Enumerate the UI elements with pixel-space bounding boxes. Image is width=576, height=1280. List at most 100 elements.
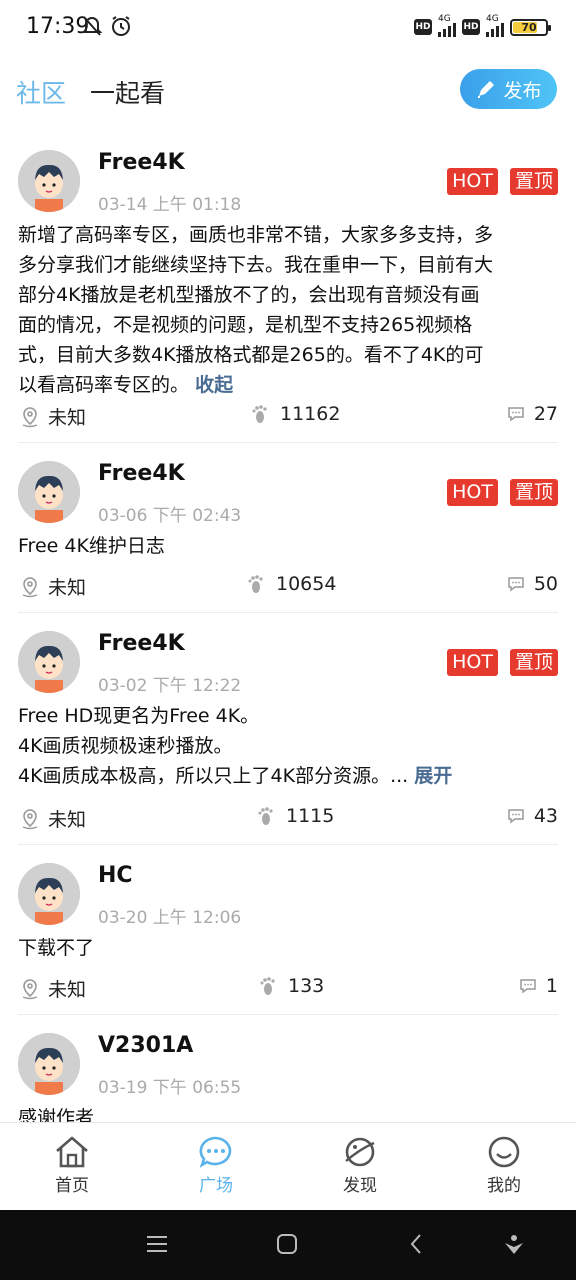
- comments-count: 27: [533, 403, 558, 425]
- comments-stat[interactable]: 43: [506, 805, 558, 827]
- views-stat: 11162: [250, 403, 340, 425]
- avatar-boy-icon: [18, 863, 80, 925]
- comments-count: 1: [545, 975, 558, 997]
- content-line: Free HD现更名为Free 4K。: [18, 705, 260, 727]
- pinned-tag: 置顶: [509, 479, 558, 506]
- chat-bubble-icon: [199, 1136, 232, 1168]
- post-item[interactable]: Free4K 03-14 上午 01:18 HOT 置顶 新增了高码率专区，画质…: [18, 132, 558, 443]
- content-line: 4K画质视频极速秒播放。: [18, 735, 233, 757]
- footprint-icon: [258, 807, 273, 825]
- comments-count: 50: [533, 573, 558, 595]
- post-username[interactable]: Free4K: [98, 631, 185, 656]
- content-line: 下载不了: [18, 937, 95, 959]
- location-pin-icon: [22, 808, 38, 829]
- location-pin-icon: [22, 978, 38, 999]
- location-text: 未知: [48, 407, 87, 429]
- footprint-icon: [252, 405, 267, 423]
- post-time: 03-06 下午 02:43: [98, 506, 242, 526]
- content-line: 式，目前大多数4K播放格式都是265的。看不了4K的可: [18, 344, 484, 366]
- menu-icon[interactable]: [145, 1232, 169, 1256]
- expand-link[interactable]: 展开: [414, 765, 452, 787]
- nav-discover[interactable]: 发现: [320, 1135, 400, 1196]
- nav-home[interactable]: 首页: [32, 1135, 112, 1196]
- comment-icon: [508, 407, 524, 422]
- post-tags: HOT 置顶: [447, 479, 558, 506]
- publish-button[interactable]: 发布: [460, 69, 557, 109]
- nav-me[interactable]: 我的: [464, 1135, 544, 1196]
- comment-icon: [508, 577, 524, 592]
- post-item[interactable]: Free4K 03-06 下午 02:43 HOT 置顶 Free 4K维护日志…: [18, 443, 558, 613]
- post-content[interactable]: 感谢作者: [18, 1103, 94, 1122]
- content-line: 感谢作者: [18, 1107, 95, 1122]
- avatar[interactable]: [18, 631, 80, 693]
- status-notification-icons: [82, 15, 132, 37]
- views-stat: 1115: [256, 805, 334, 827]
- nav-square-label: 广场: [199, 1176, 233, 1196]
- avatar[interactable]: [18, 461, 80, 523]
- avatar-boy-icon: [18, 150, 80, 212]
- hot-tag: HOT: [447, 479, 498, 506]
- post-item[interactable]: HC 03-20 上午 12:06 下载不了 未知 133 1: [18, 845, 558, 1015]
- status-bar: 17:39 HD 4G HD 4G 70: [0, 0, 576, 56]
- post-item[interactable]: V2301A 03-19 下午 06:55 感谢作者: [18, 1015, 558, 1122]
- views-count: 1115: [286, 805, 335, 827]
- post-feed[interactable]: Free4K 03-14 上午 01:18 HOT 置顶 新增了高码率专区，画质…: [0, 132, 576, 1122]
- views-count: 133: [288, 975, 325, 997]
- avatar[interactable]: [18, 863, 80, 925]
- location-text: 未知: [48, 979, 87, 1001]
- post-username[interactable]: Free4K: [98, 461, 185, 486]
- alarm-icon: [112, 16, 130, 36]
- hot-tag: HOT: [447, 168, 498, 195]
- location-stat: 未知: [20, 975, 86, 1002]
- home-icon: [56, 1136, 88, 1168]
- tab-community[interactable]: 社区: [16, 74, 66, 110]
- system-nav-bar: [0, 1210, 576, 1280]
- back-icon[interactable]: [405, 1232, 429, 1256]
- post-time: 03-20 上午 12:06: [98, 908, 242, 928]
- comments-stat[interactable]: 50: [506, 573, 558, 595]
- views-stat: 133: [258, 975, 324, 997]
- network-label: 4G: [438, 14, 451, 24]
- collapse-link[interactable]: 收起: [195, 374, 233, 396]
- views-count: 10654: [276, 573, 337, 595]
- planet-icon: [345, 1137, 375, 1167]
- comments-stat[interactable]: 27: [506, 403, 558, 425]
- location-text: 未知: [48, 577, 87, 599]
- post-content[interactable]: Free HD现更名为Free 4K。 4K画质视频极速秒播放。 4K画质成本极…: [18, 701, 452, 791]
- location-stat: 未知: [20, 805, 86, 832]
- assistant-icon[interactable]: [502, 1232, 526, 1256]
- mute-bell-icon: [82, 16, 102, 36]
- avatar[interactable]: [18, 1033, 80, 1095]
- tab-watch-together[interactable]: 一起看: [90, 74, 165, 110]
- comments-stat[interactable]: 1: [518, 975, 558, 997]
- pinned-tag: 置顶: [509, 168, 558, 195]
- location-stat: 未知: [20, 573, 86, 600]
- nav-square[interactable]: 广场: [176, 1135, 256, 1196]
- pinned-tag: 置顶: [509, 649, 558, 676]
- post-username[interactable]: Free4K: [98, 150, 185, 175]
- views-count: 11162: [280, 403, 341, 425]
- content-line: 多分享我们才能继续坚持下去。我在重申一下，目前有大: [18, 254, 494, 276]
- nav-me-label: 我的: [487, 1176, 521, 1196]
- pencil-icon: [478, 81, 495, 98]
- home-square-icon[interactable]: [275, 1232, 299, 1256]
- bottom-nav: 首页 广场 发现 我的: [0, 1122, 576, 1210]
- top-header: 社区 一起看 发布: [0, 60, 576, 120]
- post-item[interactable]: Free4K 03-02 下午 12:22 HOT 置顶 Free HD现更名为…: [18, 613, 558, 845]
- post-tags: HOT 置顶: [447, 168, 558, 195]
- battery-level: 70: [521, 20, 537, 34]
- publish-label: 发布: [503, 79, 542, 102]
- post-username[interactable]: V2301A: [98, 1033, 193, 1058]
- location-text: 未知: [48, 809, 87, 831]
- content-line: 新增了高码率专区，画质也非常不错，大家多多支持，多: [18, 224, 494, 246]
- post-content[interactable]: Free 4K维护日志: [18, 531, 165, 561]
- avatar-boy-icon: [18, 1033, 80, 1095]
- post-stats: 未知 1115 43: [18, 805, 558, 831]
- avatar[interactable]: [18, 150, 80, 212]
- comment-icon: [520, 979, 536, 994]
- post-username[interactable]: HC: [98, 863, 133, 888]
- post-content[interactable]: 新增了高码率专区，画质也非常不错，大家多多支持，多 多分享我们才能继续坚持下去。…: [18, 220, 493, 400]
- location-pin-icon: [22, 576, 38, 597]
- post-content[interactable]: 下载不了: [18, 933, 94, 963]
- post-stats: 未知 11162 27: [18, 403, 558, 429]
